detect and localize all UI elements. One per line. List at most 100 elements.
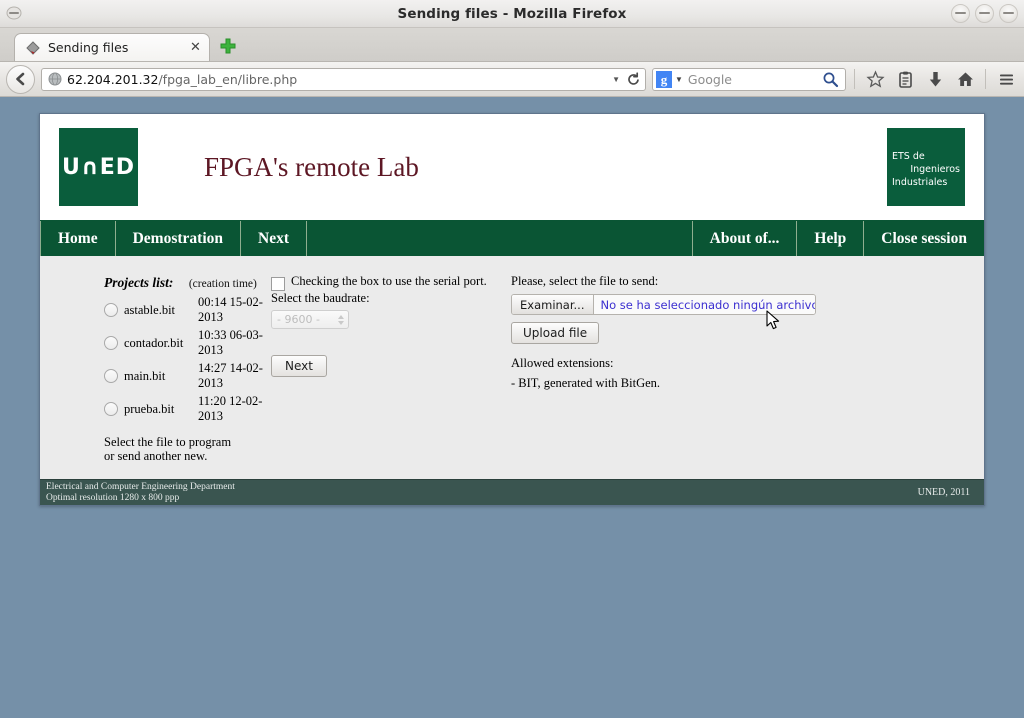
project-name: contador.bit	[124, 336, 198, 351]
projects-help-line1: Select the file to program	[104, 435, 268, 449]
nav-item-help[interactable]: Help	[797, 221, 864, 256]
allowed-extensions-item: - BIT, generated with BitGen.	[511, 376, 984, 391]
nav-item-about[interactable]: About of...	[693, 221, 798, 256]
ets-logo: ETS de Ingenieros Industriales	[887, 128, 965, 206]
tab-close-icon[interactable]: ✕	[188, 40, 203, 55]
list-item[interactable]: main.bit 14:27 14-02-2013	[104, 361, 268, 391]
search-engine-icon[interactable]: g	[656, 71, 672, 88]
window-titlebar: Sending files - Mozilla Firefox	[0, 0, 1024, 28]
url-bar[interactable]: 62.204.201.32/fpga_lab_en/libre.php ▼	[41, 68, 646, 91]
reload-icon[interactable]	[626, 72, 641, 87]
search-engine-dropdown-icon[interactable]: ▼	[675, 75, 683, 84]
radio-prueba[interactable]	[104, 402, 118, 416]
nav-item-demostration[interactable]: Demostration	[116, 221, 241, 256]
project-name: astable.bit	[124, 303, 198, 318]
page-content: Projects list: (creation time) astable.b…	[40, 256, 984, 479]
window-menu-icon[interactable]	[6, 5, 22, 21]
projects-list-label: Projects list:	[104, 275, 173, 291]
project-time: 14:27 14-02-2013	[198, 361, 268, 391]
uned-logo: U∩ED	[59, 128, 138, 206]
chevron-down-icon[interactable]	[338, 321, 344, 325]
site-footer: Electrical and Computer Engineering Depa…	[40, 479, 984, 505]
ets-logo-line3: Industriales	[892, 176, 960, 189]
baudrate-label: Select the baudrate:	[271, 291, 503, 306]
project-time: 10:33 06-03-2013	[198, 328, 268, 358]
menu-hamburger-icon[interactable]	[994, 67, 1018, 91]
chevron-up-icon[interactable]	[338, 315, 344, 319]
page-title: FPGA's remote Lab	[204, 152, 419, 183]
projects-heading: Projects list: (creation time)	[104, 274, 268, 292]
footer-line2: Optimal resolution 1280 x 800 ppp	[46, 493, 235, 504]
page-favicon-icon	[25, 40, 41, 56]
projects-help-text: Select the file to program or send anoth…	[104, 435, 268, 463]
radio-contador[interactable]	[104, 336, 118, 350]
list-item[interactable]: prueba.bit 11:20 12-02-2013	[104, 394, 268, 424]
radio-main[interactable]	[104, 369, 118, 383]
url-text: 62.204.201.32/fpga_lab_en/libre.php	[67, 72, 606, 87]
nav-item-home[interactable]: Home	[40, 221, 116, 256]
browser-window: Sending files - Mozilla Firefox Sending …	[0, 0, 1024, 715]
minimize-button[interactable]	[951, 4, 970, 23]
ets-logo-line2: Ingenieros	[892, 163, 960, 176]
url-dropdown-icon[interactable]: ▼	[612, 75, 620, 84]
upload-panel: Please, select the file to send: Examina…	[503, 274, 984, 463]
footer-left: Electrical and Computer Engineering Depa…	[46, 482, 235, 504]
browse-file-button[interactable]: Examinar...	[512, 295, 594, 314]
serial-port-checkbox[interactable]	[271, 277, 285, 291]
site-navigation: Home Demostration Next About of... Help …	[40, 220, 984, 256]
site-header: U∩ED FPGA's remote Lab ETS de Ingenieros…	[40, 114, 984, 220]
baudrate-stepper[interactable]: - 9600 -	[271, 310, 349, 329]
maximize-button[interactable]	[975, 4, 994, 23]
serial-checkbox-row[interactable]: Checking the box to use the serial port.	[271, 274, 503, 291]
project-name: prueba.bit	[124, 402, 198, 417]
nav-spacer	[307, 221, 693, 256]
browser-navbar: 62.204.201.32/fpga_lab_en/libre.php ▼ g …	[0, 62, 1024, 97]
allowed-extensions-title: Allowed extensions:	[511, 356, 984, 371]
toolbar-separator	[854, 69, 855, 89]
projects-help-line2: or send another new.	[104, 449, 268, 463]
url-host: 62.204.201.32	[67, 72, 158, 87]
list-item[interactable]: astable.bit 00:14 15-02-2013	[104, 295, 268, 325]
baudrate-value: - 9600 -	[272, 313, 334, 326]
upload-prompt: Please, select the file to send:	[511, 274, 984, 289]
globe-icon	[48, 72, 62, 86]
project-time: 00:14 15-02-2013	[198, 295, 268, 325]
tab-title: Sending files	[48, 40, 188, 55]
file-selection-status: No se ha seleccionado ningún archivo.	[594, 295, 816, 314]
serial-checkbox-label: Checking the box to use the serial port.	[291, 274, 487, 288]
url-path: /fpga_lab_en/libre.php	[158, 72, 297, 87]
page-viewport: U∩ED FPGA's remote Lab ETS de Ingenieros…	[0, 97, 1024, 715]
new-tab-button[interactable]	[215, 33, 241, 59]
window-title: Sending files - Mozilla Firefox	[398, 6, 627, 22]
search-bar[interactable]: g ▼ Google	[652, 68, 846, 91]
back-button[interactable]	[6, 65, 35, 94]
uned-logo-text: U∩ED	[62, 155, 135, 180]
nav-item-next[interactable]: Next	[241, 221, 307, 256]
bookmark-star-icon[interactable]	[863, 67, 887, 91]
file-input[interactable]: Examinar... No se ha seleccionado ningún…	[511, 294, 816, 315]
close-button[interactable]	[999, 4, 1018, 23]
nav-item-close-session[interactable]: Close session	[864, 221, 984, 256]
projects-panel: Projects list: (creation time) astable.b…	[40, 274, 268, 463]
projects-creation-time-label: (creation time)	[189, 278, 257, 290]
reader-list-icon[interactable]	[893, 67, 917, 91]
upload-file-button[interactable]: Upload file	[511, 322, 599, 344]
downloads-icon[interactable]	[923, 67, 947, 91]
tab-strip: Sending files ✕	[0, 28, 1024, 62]
footer-right: UNED, 2011	[918, 487, 970, 498]
radio-astable[interactable]	[104, 303, 118, 317]
search-icon[interactable]	[818, 67, 842, 91]
project-time: 11:20 12-02-2013	[198, 394, 268, 424]
search-input[interactable]: Google	[688, 72, 818, 87]
list-item[interactable]: contador.bit 10:33 06-03-2013	[104, 328, 268, 358]
web-page: U∩ED FPGA's remote Lab ETS de Ingenieros…	[39, 113, 985, 506]
project-name: main.bit	[124, 369, 198, 384]
baudrate-arrows[interactable]	[334, 311, 348, 328]
toolbar-separator-2	[985, 69, 986, 89]
window-controls	[951, 4, 1018, 23]
tab-sending-files[interactable]: Sending files ✕	[14, 33, 210, 61]
next-button[interactable]: Next	[271, 355, 327, 377]
ets-logo-line1: ETS de	[892, 150, 960, 163]
footer-line1: Electrical and Computer Engineering Depa…	[46, 482, 235, 493]
home-icon[interactable]	[953, 67, 977, 91]
